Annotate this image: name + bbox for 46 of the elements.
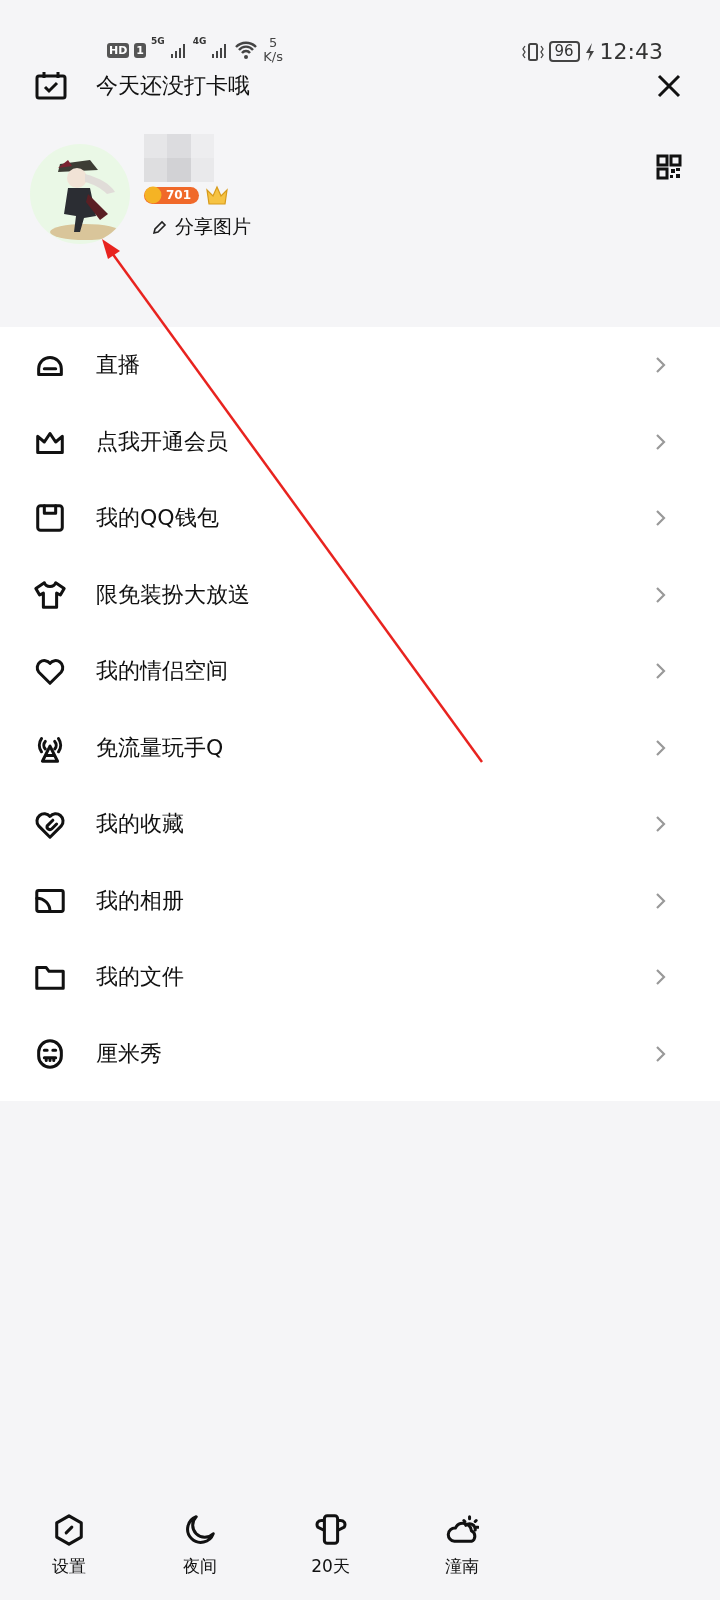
chevron-right-icon	[655, 356, 667, 375]
speed-value: 5	[269, 36, 278, 50]
menu-item[interactable]: 我的相册	[0, 862, 720, 939]
menu-item[interactable]: 我的文件	[0, 939, 720, 1016]
crown-icon	[205, 184, 230, 206]
chevron-right-icon	[655, 891, 667, 910]
qr-code-icon[interactable]	[656, 154, 682, 180]
network-label: 4G	[192, 36, 207, 46]
speed-unit: K/s	[263, 50, 283, 64]
chevron-right-icon	[655, 585, 667, 604]
menu-item[interactable]: 厘米秀	[0, 1015, 720, 1092]
charging-icon	[584, 41, 595, 62]
checkin-text[interactable]: 今天还没打卡哦	[96, 71, 250, 101]
menu-item[interactable]: 我的QQ钱包	[0, 480, 720, 557]
vibrate-icon	[521, 41, 544, 62]
menu-item[interactable]: 我的收藏	[0, 786, 720, 863]
chevron-right-icon	[655, 432, 667, 451]
menu-item[interactable]: 限免装扮大放送	[0, 556, 720, 633]
blurred-name	[144, 134, 214, 182]
chevron-right-icon	[655, 662, 667, 681]
menu-item[interactable]: 点我开通会员	[0, 403, 720, 480]
phone-wings-icon	[313, 1513, 348, 1547]
chevron-right-icon	[655, 1044, 667, 1063]
bottom-bar-item[interactable]: 夜间	[134, 1513, 265, 1578]
chevron-right-icon	[655, 738, 667, 757]
wifi-icon	[234, 40, 259, 60]
chevron-right-icon	[655, 968, 667, 987]
bottom-bar-item[interactable]: 潼南	[396, 1513, 527, 1578]
menu-item[interactable]: 免流量玩手Q	[0, 709, 720, 786]
close-icon	[656, 73, 682, 99]
share-link[interactable]: 分享图片	[175, 214, 251, 240]
sim-icon: 1	[134, 42, 146, 58]
chevron-right-icon	[655, 509, 667, 528]
signal-icon	[169, 41, 188, 59]
pencil-icon	[152, 219, 167, 235]
bottom-bar-item[interactable]: 20天	[265, 1513, 396, 1578]
chevron-right-icon	[655, 815, 667, 834]
battery-level: 96	[548, 41, 580, 62]
menu-item[interactable]: 直播	[0, 327, 720, 404]
network-label: 5G	[151, 36, 165, 46]
clock-time: 12:43	[599, 39, 663, 64]
hd-icon: HD	[107, 42, 130, 58]
bottom-bar-item[interactable]: 设置	[3, 1513, 134, 1578]
calendar-check-icon[interactable]	[35, 70, 67, 102]
close-button[interactable]	[656, 73, 682, 99]
menu-item[interactable]: 我的情侣空间	[0, 633, 720, 710]
